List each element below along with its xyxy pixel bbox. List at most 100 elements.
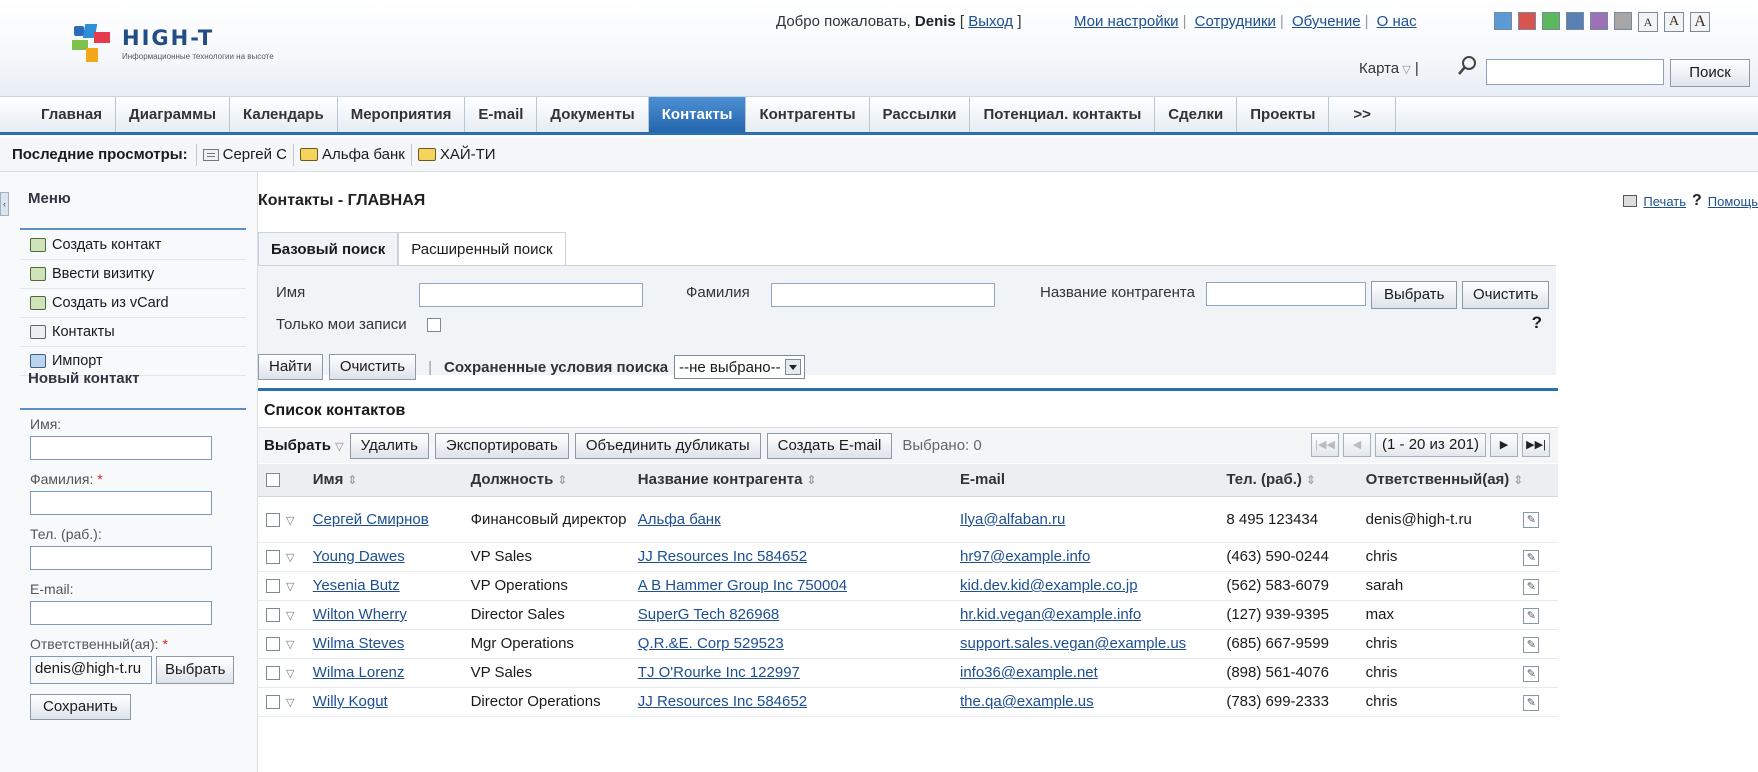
edit-pencil-icon[interactable]: ✎: [1523, 512, 1540, 528]
column-header-owner[interactable]: Ответственный(ая) ⇕: [1365, 464, 1524, 497]
select-all-checkbox[interactable]: [266, 473, 280, 488]
nav-accounts[interactable]: Контрагенты: [746, 97, 870, 132]
nav-contacts[interactable]: Контакты: [648, 97, 747, 132]
logout-link[interactable]: Выход: [968, 13, 1013, 30]
row-checkbox[interactable]: [266, 608, 280, 623]
recent-item-contact[interactable]: Сергей С: [195, 143, 293, 166]
row-checkbox[interactable]: [266, 512, 280, 527]
link-employees[interactable]: Сотрудники: [1195, 13, 1276, 30]
font-size-large-button[interactable]: A: [1690, 12, 1710, 32]
nav-leads[interactable]: Потенциал. контакты: [970, 97, 1156, 132]
nav-projects[interactable]: Проекты: [1237, 97, 1330, 132]
nav-email[interactable]: E-mail: [465, 97, 538, 132]
save-contact-button[interactable]: Сохранить: [30, 694, 131, 720]
row-checkbox[interactable]: [266, 637, 280, 652]
table-row[interactable]: ▽ Willy Kogut Director Operations JJ Resour…: [258, 687, 1558, 717]
contact-name-link[interactable]: Wilton Wherry: [313, 606, 407, 623]
nav-calendar[interactable]: Календарь: [230, 97, 338, 132]
print-link[interactable]: Печать: [1643, 194, 1686, 209]
search-icon[interactable]: [1456, 55, 1478, 77]
search-account-select-button[interactable]: Выбрать: [1371, 281, 1458, 309]
contact-name-link[interactable]: Willy Kogut: [313, 693, 388, 710]
contact-name-link[interactable]: Wilma Steves: [313, 635, 405, 652]
search-first-name-input[interactable]: [419, 283, 643, 307]
global-search-input[interactable]: [1486, 59, 1664, 85]
email-link[interactable]: kid.dev.kid@example.co.jp: [960, 577, 1138, 594]
help-link[interactable]: Помощь: [1708, 194, 1758, 209]
font-size-medium-button[interactable]: A: [1664, 12, 1684, 32]
theme-swatch-blue[interactable]: [1494, 12, 1512, 30]
account-link[interactable]: JJ Resources Inc 584652: [638, 693, 807, 710]
contact-name-link[interactable]: Yesenia Butz: [313, 577, 400, 594]
contact-name-link[interactable]: Сергей Смирнов: [313, 511, 429, 528]
next-page-button[interactable]: ▶: [1490, 433, 1518, 457]
export-button[interactable]: Экспортировать: [434, 432, 569, 459]
saved-search-select[interactable]: --не выбрано--: [674, 355, 805, 379]
edit-pencil-icon[interactable]: ✎: [1523, 694, 1540, 711]
nav-events[interactable]: Мероприятия: [338, 97, 466, 132]
logo[interactable]: HIGH-T Информационные технологии на высо…: [70, 22, 274, 64]
edit-pencil-icon[interactable]: ✎: [1523, 636, 1540, 653]
table-row[interactable]: ▽ Сергей Смирнов Финансовый директор Альфа …: [258, 496, 1558, 543]
row-checkbox[interactable]: [266, 550, 280, 565]
account-link[interactable]: Альфа банк: [638, 511, 721, 528]
table-row[interactable]: ▽ Wilton Wherry Director Sales SuperG Tech …: [258, 600, 1558, 630]
edit-pencil-icon[interactable]: ✎: [1523, 607, 1540, 624]
theme-swatch-green[interactable]: [1542, 12, 1560, 30]
row-menu-chevron-icon[interactable]: ▽: [286, 514, 294, 527]
email-link[interactable]: info36@example.net: [960, 664, 1098, 681]
theme-swatch-gray[interactable]: [1614, 12, 1632, 30]
edit-pencil-icon[interactable]: ✎: [1523, 665, 1540, 682]
nav-more[interactable]: >>: [1329, 97, 1396, 132]
row-menu-chevron-icon[interactable]: ▽: [286, 667, 294, 680]
new-owner-field[interactable]: denis@high-t.ru: [30, 656, 152, 684]
link-training[interactable]: Обучение: [1292, 13, 1361, 30]
contact-name-link[interactable]: Wilma Lorenz: [313, 664, 405, 681]
owner-select-button[interactable]: Выбрать: [156, 656, 235, 684]
search-account-input[interactable]: [1206, 282, 1366, 306]
nav-home[interactable]: Главная: [28, 97, 117, 132]
theme-swatch-purple[interactable]: [1590, 12, 1608, 30]
first-page-button[interactable]: |◀◀: [1311, 433, 1340, 457]
column-header-name[interactable]: Имя ⇕: [312, 464, 471, 497]
link-my-settings[interactable]: Мои настройки: [1074, 13, 1179, 30]
delete-button[interactable]: Удалить: [349, 432, 429, 459]
account-link[interactable]: Q.R.&E. Corp 529523: [638, 635, 784, 652]
search-account-clear-button[interactable]: Очистить: [1462, 281, 1550, 309]
row-checkbox[interactable]: [266, 695, 280, 710]
last-page-button[interactable]: ▶▶|: [1522, 433, 1550, 457]
new-last-name-field[interactable]: [30, 491, 212, 515]
sidebar-collapse-handle[interactable]: ‹: [0, 192, 9, 216]
table-row[interactable]: ▽ Young Dawes VP Sales JJ Resources Inc 584…: [258, 542, 1558, 572]
select-menu[interactable]: Выбрать ▽: [264, 437, 344, 454]
column-header-account[interactable]: Название контрагента ⇕: [637, 464, 960, 497]
nav-mailings[interactable]: Рассылки: [870, 97, 971, 132]
prev-page-button[interactable]: ◀: [1343, 433, 1372, 457]
column-header-title[interactable]: Должность ⇕: [470, 464, 638, 497]
create-email-button[interactable]: Создать E-mail: [766, 432, 893, 459]
new-email-field[interactable]: [30, 601, 212, 625]
sidebar-item-create-contact[interactable]: Создать контакт: [20, 231, 246, 260]
tab-basic-search[interactable]: Базовый поиск: [258, 232, 399, 266]
table-row[interactable]: ▽ Yesenia Butz VP Operations A B Hammer Gro…: [258, 571, 1558, 601]
row-menu-chevron-icon[interactable]: ▽: [286, 696, 294, 709]
global-search-button[interactable]: Поиск: [1670, 59, 1750, 87]
row-checkbox[interactable]: [266, 666, 280, 681]
nav-documents[interactable]: Документы: [537, 97, 649, 132]
table-row[interactable]: ▽ Wilma Steves Mgr Operations Q.R.&E. Corp …: [258, 629, 1558, 659]
table-row[interactable]: ▽ Wilma Lorenz VP Sales TJ O'Rourke Inc 122…: [258, 658, 1558, 688]
find-button[interactable]: Найти: [258, 354, 323, 380]
nav-deals[interactable]: Сделки: [1155, 97, 1238, 132]
sidebar-item-vcard[interactable]: Создать из vCard: [20, 289, 246, 318]
nav-charts[interactable]: Диаграммы: [116, 97, 231, 132]
clear-search-button[interactable]: Очистить: [328, 354, 417, 380]
link-about[interactable]: О нас: [1377, 13, 1417, 30]
map-dropdown[interactable]: Карта ▽ |: [1359, 60, 1419, 77]
email-link[interactable]: Ilya@alfaban.ru: [960, 511, 1065, 528]
sidebar-item-contacts[interactable]: Контакты: [20, 318, 246, 347]
account-link[interactable]: SuperG Tech 826968: [638, 606, 780, 623]
recent-item-account-alfa[interactable]: Альфа банк: [293, 143, 411, 166]
only-mine-checkbox[interactable]: [427, 318, 441, 332]
theme-swatch-red[interactable]: [1518, 12, 1536, 30]
email-link[interactable]: hr97@example.info: [960, 548, 1090, 565]
